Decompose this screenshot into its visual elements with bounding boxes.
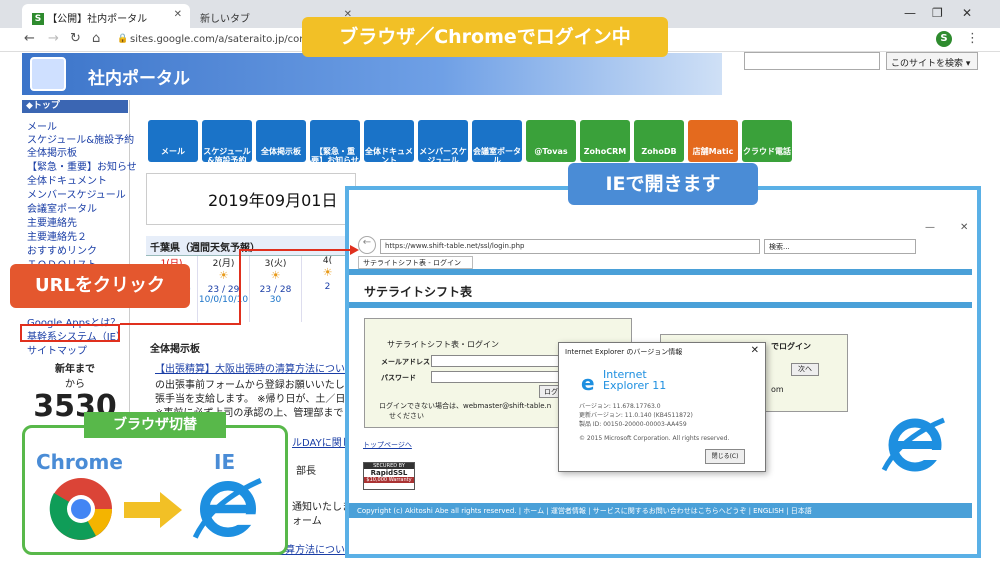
board-link[interactable]: ルDAYに関し [292,434,352,449]
board-text: 通知いたします [292,502,352,513]
sidebar-item[interactable]: 【緊急・重要】お知らせ [27,158,137,173]
url-bar[interactable]: sites.google.com/a/sateraito.jp/compa [130,34,322,45]
window-close-icon[interactable]: ✕ [962,6,972,20]
reload-icon[interactable]: ↻ [70,31,81,46]
login-2-title: でログイン [771,342,811,351]
sidebar-item[interactable]: おすすめリンク [27,242,97,257]
site-title: 社内ポータル [88,69,190,89]
about-ie-icon: e [581,371,595,395]
switch-arrow-icon [124,492,182,528]
browser-switch-label: ブラウザ切替 [84,412,226,438]
portal-icon-button[interactable]: 会議室ポータル [472,120,522,165]
site-search-button[interactable]: このサイトを検索 ▾ [886,52,978,70]
ie-page-bar [349,302,972,308]
portal-icon-button[interactable]: 全体ドキュメント [364,120,414,165]
login-help-2: せください [389,412,424,420]
close-icon[interactable]: ✕ [174,9,182,20]
newyear-from: から [65,379,85,390]
ie-search-input[interactable]: 検索... [764,239,916,254]
about-copyright: © 2015 Microsoft Corporation. All rights… [579,435,730,442]
menu-icon[interactable]: ⋮ [966,31,979,46]
callout-ie-open: IEで開きます [568,163,758,205]
ie-footer: Copyright (c) Akitoshi Abe all rights re… [349,503,972,518]
about-logo-2: Explorer 11 [603,379,667,392]
portal-icon-button[interactable]: ZohoCRM [580,120,630,162]
sidebar-header[interactable]: ◆トップ [22,100,128,113]
login-title: サテライトシフト表・ログイン [387,340,499,349]
board-text: 張手当を支給します。 ※帰り日が、土／日／ [155,394,355,405]
highlight-rect [20,324,120,342]
board-title: 全体掲示板 [150,344,200,355]
ie-switch-logo-icon [192,478,262,539]
about-close-button[interactable]: 閉じる(C) [705,449,745,464]
chrome-label: Chrome [36,450,123,474]
board-text: の出張事前フォームから登録お願いいたします。 [155,380,355,391]
browser-tab-label: 【公開】社内ポータル [47,14,148,25]
portal-icon-button[interactable]: 店舗Matic [688,120,738,162]
sidebar-item[interactable]: 全体ドキュメント [27,172,107,187]
maximize-icon[interactable]: ❐ [932,6,943,20]
about-dialog: Internet Explorer のバージョン情報 ✕ e Internet … [558,342,766,472]
ie-page-title: サテライトシフト表 [364,285,473,299]
callout-chrome-login: ブラウザ／Chromeでログイン中 [302,17,668,57]
about-logo: Internet Explorer 11 [603,369,666,391]
arrow-connector [120,245,359,325]
newyear-label: 新年まで [55,364,95,375]
portal-icon-button[interactable]: ZohoDB [634,120,684,162]
portal-icon-button[interactable]: スケジュール&施設予約 [202,120,252,165]
ie-minimize-icon[interactable]: — [925,222,935,233]
portal-icon-button[interactable]: @Tovas [526,120,576,162]
about-close-icon[interactable]: ✕ [751,345,759,356]
sidebar-item[interactable]: 会議室ポータル [27,200,97,215]
about-product: 製品 ID: 00150-20000-00003-AA459 [579,421,687,428]
about-version: バージョン: 11.678.17763.0 [579,403,661,410]
email-label: メールアドレス [381,358,430,366]
date-text: 2019年09月01日 [208,191,338,210]
portal-icon-button[interactable]: メール [148,120,198,162]
browser-tab-portal[interactable]: S 【公開】社内ポータル ✕ [22,4,190,28]
lock-icon: 🔒 [117,34,129,44]
ie-label: IE [214,450,236,474]
about-title: Internet Explorer のバージョン情報 [565,348,683,356]
ie-close-icon[interactable]: ✕ [960,222,968,233]
board-text: ォーム [292,516,322,527]
back-icon[interactable]: ← [24,31,35,46]
sidebar-item[interactable]: サイトマップ [27,342,87,357]
chrome-logo-icon [49,478,112,540]
avatar[interactable]: S [936,31,952,47]
top-page-link[interactable]: トップページへ [363,440,412,450]
secured-badge: SECURED BY RapidSSL $10,000 Warranty [363,462,415,490]
portal-icon-button[interactable]: 全体掲示板 [256,120,306,162]
password-label: パスワード [381,374,416,382]
portal-icon-button[interactable]: 【緊急・重要】お知らせ [310,120,360,165]
sidebar-item[interactable]: 主要連絡先 [27,214,77,229]
sidebar-item[interactable]: 全体掲示板 [27,144,77,159]
site-favicon-icon: S [32,13,44,25]
next-button[interactable]: 次へ [791,363,819,376]
login-2-text: om [771,385,784,394]
home-icon[interactable]: ⌂ [92,31,100,46]
secured-line-3: $10,000 Warranty [364,477,414,483]
ie-logo-icon [881,417,945,472]
sidebar-item[interactable]: 主要連絡先２ [27,228,87,243]
portal-icon-button[interactable]: メンバースケジュール [418,120,468,165]
minimize-icon[interactable]: — [904,6,916,20]
sidebar-item[interactable]: メンバースケジュール [27,186,126,201]
about-update: 更新バージョン: 11.0.140 (KB4511872) [579,412,693,419]
ie-page-bar [349,269,972,275]
portal-icon-button[interactable]: クラウド電話 [742,120,792,162]
site-logo-icon [30,57,66,91]
browser-tab-label: 新しいタブ [200,14,250,25]
ie-tab[interactable]: サテライトシフト表 - ログイン [358,256,473,269]
ie-address-bar[interactable]: https://www.shift-table.net/ssl/login.ph… [380,239,760,254]
ie-back-icon[interactable]: ← [358,236,376,254]
board-link[interactable]: 【出張精算】大阪出張時の清算方法につい [155,360,355,375]
secured-line-2: RapidSSL [370,469,408,477]
forward-icon[interactable]: → [48,31,59,46]
site-search-input[interactable] [744,52,880,70]
